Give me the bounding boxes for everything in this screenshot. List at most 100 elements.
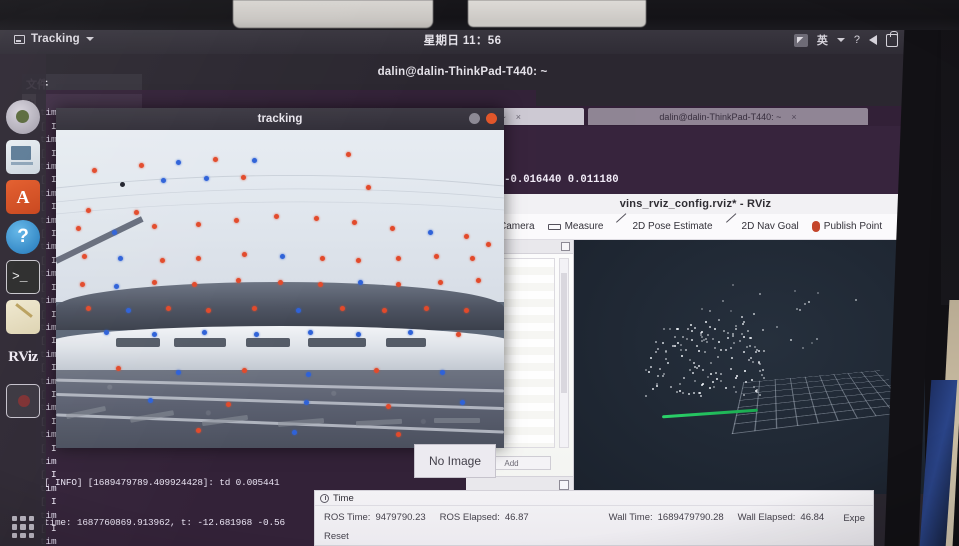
point-cloud-point	[699, 394, 702, 397]
camera-tool-label: Camera	[499, 221, 535, 232]
power-lock-icon[interactable]	[886, 30, 898, 47]
feature-point	[382, 308, 387, 313]
display-icon[interactable]	[793, 33, 808, 47]
launcher-item-text-editor[interactable]	[6, 300, 40, 334]
volume-icon[interactable]	[869, 35, 877, 45]
feature-point	[464, 308, 469, 313]
feature-point	[296, 308, 301, 313]
point-cloud-point	[726, 337, 729, 340]
terminal-tab[interactable]: dalin@dalin-ThinkPad-T440: ~ ×	[588, 108, 868, 125]
rviz-3d-viewport[interactable]	[574, 240, 925, 494]
arrow-icon	[616, 222, 628, 232]
point-cloud-point	[655, 385, 658, 387]
launcher-item-firefox[interactable]	[6, 100, 40, 134]
close-icon[interactable]: ×	[516, 112, 521, 122]
feature-point	[340, 306, 345, 311]
reset-button[interactable]: Reset	[324, 531, 349, 542]
chevron-down-icon[interactable]	[836, 38, 845, 42]
point-cloud-point	[724, 349, 727, 352]
point-cloud-point	[712, 338, 715, 341]
point-cloud-point	[727, 331, 730, 334]
launcher-item-camera-app[interactable]	[6, 384, 40, 418]
chevron-down-icon[interactable]	[907, 38, 915, 42]
point-cloud-point	[706, 376, 709, 379]
point-cloud-point	[723, 330, 726, 333]
rviz-titlebar: vins_rviz_config.rviz* - RViz	[466, 194, 925, 214]
background-paper-right	[468, 0, 646, 27]
displays-scrollbar[interactable]	[559, 258, 569, 448]
point-cloud-point	[662, 342, 665, 345]
clock[interactable]: 星期日 11：56	[424, 32, 502, 48]
point-cloud-point	[720, 380, 723, 383]
point-cloud-point	[701, 369, 704, 372]
point-cloud-point	[747, 359, 750, 362]
close-button[interactable]	[486, 113, 497, 124]
help-icon[interactable]: ?	[854, 34, 860, 46]
point-cloud-point	[733, 342, 736, 345]
point-cloud-point	[659, 368, 662, 370]
point-cloud-point	[694, 327, 697, 330]
launcher-item-terminal[interactable]: >_	[6, 260, 40, 294]
chevron-down-icon[interactable]	[85, 37, 94, 41]
feature-point	[464, 234, 469, 239]
clock-icon	[320, 493, 329, 503]
feature-point	[306, 372, 311, 377]
point-cloud-point	[799, 309, 801, 312]
launcher-item-rviz[interactable]: RViz	[6, 340, 40, 374]
point-cloud-point	[755, 351, 758, 354]
nav-goal-tool[interactable]: 2D Nav Goal	[726, 221, 799, 232]
point-cloud-point	[734, 390, 737, 393]
point-cloud-point	[753, 346, 756, 349]
feature-point	[176, 370, 181, 375]
input-method-indicator[interactable]: 英	[817, 32, 828, 48]
close-icon[interactable]: ×	[791, 112, 796, 122]
publish-point-tool[interactable]: Publish Point	[811, 221, 882, 232]
point-cloud-point	[701, 307, 704, 310]
point-cloud-point	[760, 373, 763, 376]
feature-point	[356, 332, 361, 337]
feature-point	[204, 176, 209, 181]
tracking-window[interactable]: tracking	[56, 108, 504, 448]
launcher-item-help[interactable]: ?	[6, 220, 40, 254]
rviz-time-panel[interactable]: Time ROS Time: 9479790.23 ROS Elapsed: 4…	[314, 490, 874, 546]
point-cloud-point	[759, 363, 761, 365]
measure-tool[interactable]: Measure	[547, 221, 603, 232]
point-cloud-point	[674, 336, 677, 339]
rviz-toolbar: Camera Measure 2D Pose Estimate 2D Nav G…	[466, 214, 925, 240]
panel-float-icon[interactable]	[559, 480, 569, 490]
measure-icon	[547, 223, 561, 230]
point-cloud-point	[664, 350, 667, 353]
feature-point	[308, 330, 313, 335]
terminal-window-secondary[interactable]: -T440: ~ × dalin@dalin-ThinkPad-T440: ~ …	[462, 106, 925, 206]
point-cloud-point	[691, 371, 694, 374]
launcher-item-ubuntu-software[interactable]: A	[6, 180, 40, 214]
point-cloud-point	[708, 310, 711, 313]
move-tool[interactable]	[903, 221, 915, 232]
point-cloud-point	[742, 322, 745, 325]
launcher-item-files[interactable]	[6, 140, 40, 174]
point-cloud-point	[656, 383, 659, 386]
minimize-button[interactable]	[469, 113, 480, 124]
app-menu[interactable]: Tracking	[14, 33, 94, 45]
point-cloud-point	[729, 309, 732, 312]
feature-point	[86, 208, 91, 213]
feature-point	[242, 368, 247, 373]
feature-point	[134, 210, 139, 215]
rviz-window[interactable]: vins_rviz_config.rviz* - RViz Camera Mea…	[466, 194, 925, 494]
ros-elapsed-value: 46.87	[504, 511, 529, 523]
feature-point	[116, 366, 121, 371]
feature-point	[280, 254, 285, 259]
point-cloud-point	[709, 387, 712, 390]
point-cloud-point	[715, 372, 718, 375]
panel-float-icon[interactable]	[561, 242, 570, 251]
arrow-icon	[726, 222, 738, 232]
feature-point	[428, 230, 433, 235]
point-cloud-point	[710, 373, 713, 376]
feature-point	[114, 284, 119, 289]
point-cloud-point	[685, 337, 688, 340]
pose-estimate-tool[interactable]: 2D Pose Estimate	[616, 221, 712, 232]
pose-estimate-tool-label: 2D Pose Estimate	[632, 221, 713, 232]
show-applications-button[interactable]	[12, 516, 34, 538]
indicator-area: 英 ?	[793, 30, 915, 48]
point-cloud-point	[763, 376, 766, 379]
